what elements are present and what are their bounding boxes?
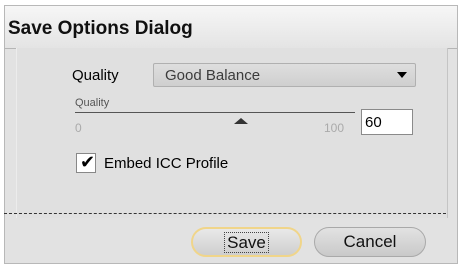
save-button-label: Save <box>224 232 269 253</box>
quality-slider-thumb[interactable] <box>234 118 248 124</box>
checkmark-icon: ✔ <box>80 152 96 173</box>
quality-slider-track[interactable] <box>75 112 355 113</box>
dialog-title: Save Options Dialog <box>8 18 193 39</box>
dropdown-arrow-icon <box>397 72 407 78</box>
cancel-button-label: Cancel <box>343 232 397 251</box>
slider-min-label: 0 <box>75 121 82 135</box>
dialog-titlebar: Save Options Dialog <box>5 6 457 49</box>
slider-max-label: 100 <box>324 121 345 135</box>
quality-value-input[interactable] <box>361 109 413 135</box>
dashed-separator <box>4 213 446 214</box>
quality-slider-label: Quality <box>75 97 110 109</box>
cancel-button[interactable]: Cancel <box>314 227 426 257</box>
quality-label: Quality <box>72 67 119 84</box>
embed-icc-label[interactable]: Embed ICC Profile <box>104 155 228 172</box>
save-button[interactable]: Save <box>191 227 302 257</box>
quality-dropdown[interactable]: Good Balance <box>153 63 416 87</box>
quality-dropdown-value: Good Balance <box>165 67 261 84</box>
embed-icc-checkbox[interactable]: ✔ <box>76 152 96 173</box>
